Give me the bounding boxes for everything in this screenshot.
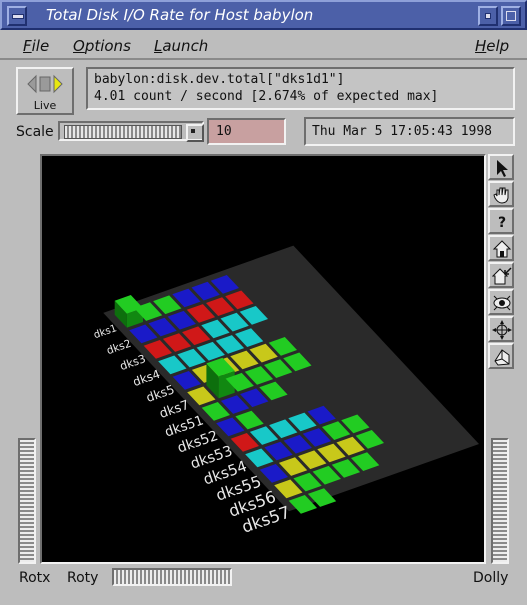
dolly-thumbwheel[interactable]	[491, 438, 509, 564]
row-label-dks5: dks5	[144, 382, 176, 405]
home-icon	[492, 240, 512, 258]
menu-help[interactable]: Help	[475, 37, 509, 55]
menu-launch[interactable]: Launch	[154, 37, 208, 55]
vcr-play-icon	[27, 74, 63, 94]
view-all-button[interactable]	[488, 289, 514, 315]
viewer-toolbar: ?	[488, 154, 516, 376]
rotx-thumbwheel[interactable]	[18, 438, 36, 564]
seek-button[interactable]	[488, 316, 514, 342]
window-menu-icon	[12, 14, 24, 19]
menu-bar: File Options Launch Help	[0, 30, 527, 60]
scale-slider[interactable]	[58, 121, 204, 142]
menu-file[interactable]: File	[23, 37, 49, 55]
row-label-dks2: dks2	[105, 338, 133, 358]
seek-icon	[492, 320, 512, 340]
metric-value: 4.01 count / second [2.674% of expected …	[94, 89, 439, 104]
scale-slider-track[interactable]	[64, 125, 182, 139]
hand-icon	[493, 187, 509, 204]
window-title: Total Disk I/O Rate for Host babylon	[46, 6, 314, 24]
live-button[interactable]: Live	[16, 67, 74, 115]
timestamp-display: Thu Mar 5 17:05:43 1998	[304, 117, 515, 146]
svg-text:?: ?	[498, 215, 506, 231]
perspective-icon	[494, 349, 510, 366]
menu-options[interactable]: Options	[73, 37, 131, 55]
view-all-icon	[493, 295, 511, 311]
pointer-tool-button[interactable]	[488, 154, 514, 180]
minimize-button[interactable]	[478, 6, 498, 26]
hand-tool-button[interactable]	[488, 181, 514, 207]
set-home-button[interactable]	[488, 262, 514, 288]
maximize-icon	[506, 11, 516, 21]
title-bar[interactable]: Total Disk I/O Rate for Host babylon	[0, 0, 527, 30]
pointer-icon	[497, 160, 508, 177]
dolly-label: Dolly	[473, 570, 509, 586]
perspective-button[interactable]	[488, 343, 514, 369]
disk-bar-scene[interactable]: dks1dks2dks3dks4dks5dks7dks51dks52dks53d…	[42, 156, 484, 562]
help-button[interactable]: ?	[488, 208, 514, 234]
maximize-button[interactable]	[501, 6, 521, 26]
live-label: Live	[33, 99, 57, 112]
metric-name: babylon:disk.dev.total["dks1d1"]	[94, 72, 345, 87]
help-icon: ?	[498, 215, 506, 231]
minimize-icon	[485, 13, 491, 19]
scale-label: Scale	[16, 124, 54, 140]
set-home-icon	[492, 267, 512, 285]
roty-thumbwheel[interactable]	[112, 568, 232, 586]
bottom-bar: Rotx Roty Dolly	[0, 565, 527, 605]
window-menu-button[interactable]	[7, 6, 27, 26]
roty-label: Roty	[67, 570, 99, 586]
rotx-label: Rotx	[19, 570, 51, 586]
row-label-dks1: dks1	[92, 323, 118, 341]
scale-input[interactable]: 10	[207, 118, 286, 145]
scale-slider-knob[interactable]	[186, 124, 204, 142]
row-label-dks4: dks4	[131, 367, 162, 389]
metric-info-box: babylon:disk.dev.total["dks1d1"] 4.01 co…	[86, 67, 515, 110]
home-button[interactable]	[488, 235, 514, 261]
3d-viewport[interactable]: dks1 dks2 dks3 dks4 dks5 dks7 dks51 dks52 dks53 d…	[40, 154, 486, 564]
row-label-dks3: dks3	[118, 352, 147, 373]
